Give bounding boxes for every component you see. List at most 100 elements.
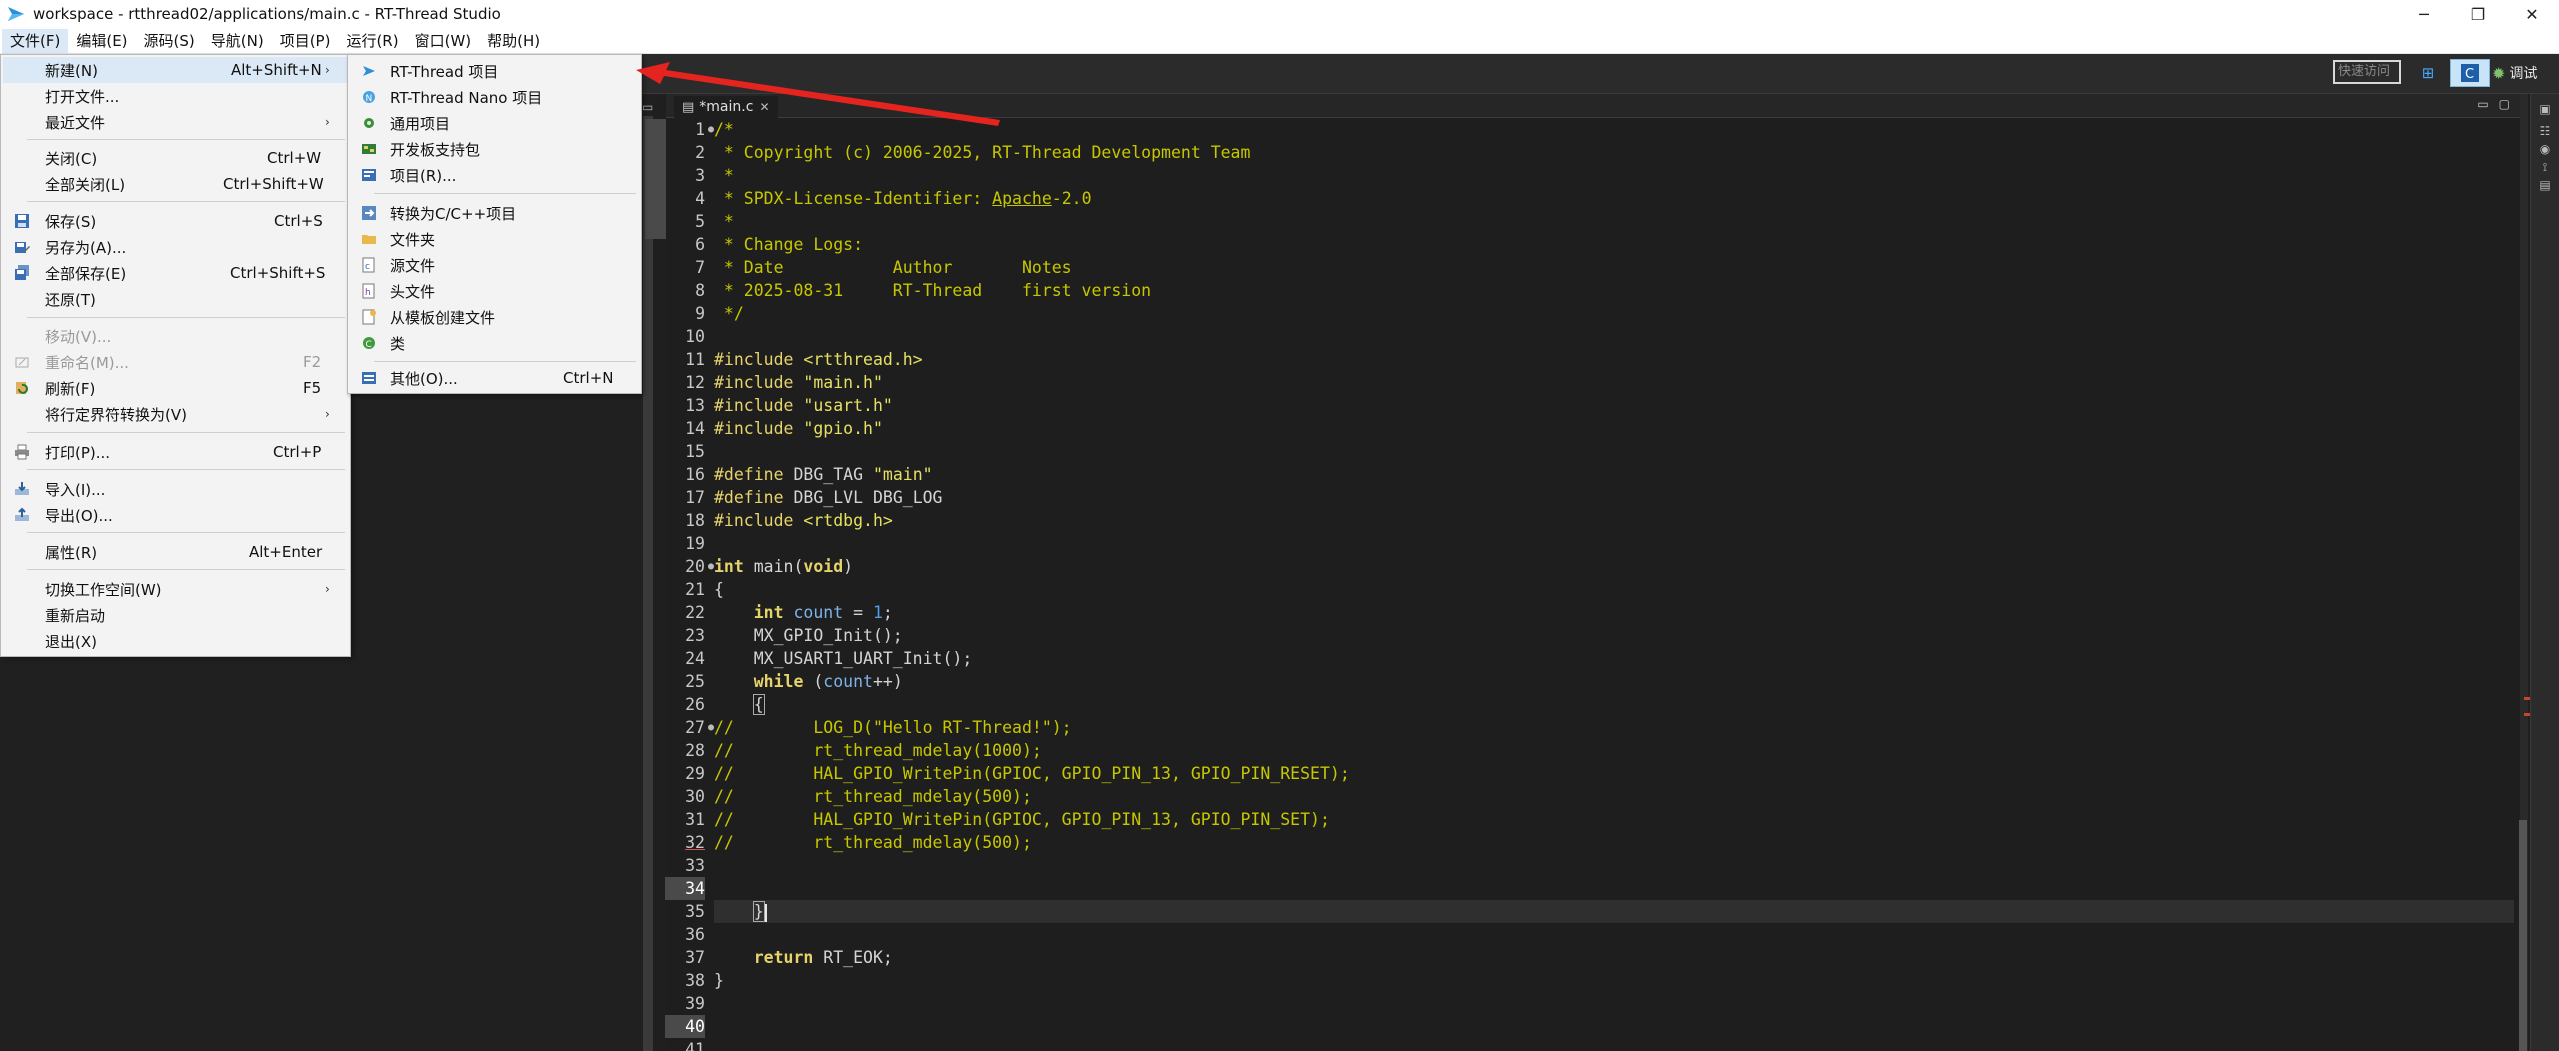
perspective-cpp-button[interactable]: C <box>2450 59 2490 87</box>
menu-help[interactable]: 帮助(H) <box>479 29 548 53</box>
menu-item-restart[interactable]: 重新启动 <box>3 602 348 628</box>
submenu-item-bsp[interactable]: 开发板支持包 <box>350 136 639 162</box>
menu-separator <box>27 139 345 140</box>
line-number: 16 <box>685 465 705 484</box>
menu-source[interactable]: 源码(S) <box>136 29 203 53</box>
submenu-item-header-file[interactable]: h 头文件 <box>350 278 639 304</box>
submenu-item-convert-cpp[interactable]: 转换为C/C++项目 <box>350 200 639 226</box>
save-all-icon <box>13 264 31 282</box>
menu-item-move: 移动(V)... <box>45 327 112 346</box>
submenu-arrow-icon: › <box>325 115 330 129</box>
header-file-icon: h <box>360 282 378 300</box>
general-project-icon <box>360 114 378 132</box>
code-line: * Date Author Notes <box>714 258 1072 277</box>
outline-icon[interactable]: ☷ <box>2538 124 2552 138</box>
menu-file[interactable]: 文件(F) <box>2 28 69 53</box>
class-icon: C <box>360 334 378 352</box>
code-line: * <box>714 166 734 185</box>
current-code-line: } <box>714 900 2514 923</box>
code-line: // rt_thread_mdelay(500); <box>714 787 1032 806</box>
line-number: 20 ● <box>685 557 714 576</box>
line-number: 19 <box>685 534 705 553</box>
code-line: // rt_thread_mdelay(500); <box>714 833 1032 852</box>
task-list-icon[interactable]: ▤ <box>2538 178 2552 192</box>
submenu-item-source-file[interactable]: c 源文件 <box>350 252 639 278</box>
line-number: 12 <box>685 373 705 392</box>
submenu-item-general-project[interactable]: 通用项目 <box>350 110 639 136</box>
annotation-arrow-icon <box>636 62 1000 126</box>
menu-item-export[interactable]: 导出(O)... <box>3 502 348 528</box>
code-line: * <box>714 212 734 231</box>
menu-item-new[interactable]: 新建(N) Alt+Shift+N › <box>3 57 348 83</box>
line-number: 17 <box>685 488 705 507</box>
menu-item-import[interactable]: 导入(I)... <box>3 476 348 502</box>
submenu-item-rtthread-nano-project[interactable]: N RT-Thread Nano 项目 <box>350 84 639 110</box>
menu-item-revert[interactable]: 还原(T) <box>3 286 348 312</box>
menu-run[interactable]: 运行(R) <box>338 29 406 53</box>
window-controls: ─ ❐ ✕ <box>2397 0 2559 28</box>
make-target-icon[interactable]: ◉ <box>2538 142 2552 156</box>
editor-scroll-thumb[interactable] <box>2519 820 2527 1051</box>
code-line: // LOG_D("Hello RT-Thread!"); <box>714 718 1072 737</box>
menu-project[interactable]: 项目(P) <box>272 29 339 53</box>
code-line: return RT_EOK; <box>714 948 893 967</box>
print-icon <box>13 443 31 461</box>
menu-item-convert-line-delimiters[interactable]: 将行定界符转换为(V) › <box>3 401 348 427</box>
menu-item-properties[interactable]: 属性(R) Alt+Enter <box>3 539 348 565</box>
rename-icon <box>13 353 31 371</box>
menu-item-save-as[interactable]: 另存为(A)... <box>3 234 348 260</box>
svg-text:N: N <box>366 94 373 104</box>
line-number: 38 <box>685 971 705 990</box>
code-line: #include <rtthread.h> <box>714 350 923 369</box>
line-number: 29 <box>685 764 705 783</box>
line-number: 22 <box>685 603 705 622</box>
submenu-item-project[interactable]: 项目(R)... <box>350 162 639 188</box>
menu-item-close-all[interactable]: 全部关闭(L) Ctrl+Shift+W <box>3 171 348 197</box>
submenu-item-rtthread-project[interactable]: RT-Thread 项目 <box>350 58 639 84</box>
menu-separator <box>27 532 345 533</box>
line-number: 21 <box>685 580 705 599</box>
panel-separator <box>643 116 653 1051</box>
line-number: 5 <box>695 212 705 231</box>
open-perspective-icon[interactable]: ⊞ <box>2418 64 2438 84</box>
code-text-area[interactable]: /* * Copyright (c) 2006-2025, RT-Thread … <box>714 118 2514 1051</box>
menu-item-switch-workspace[interactable]: 切换工作空间(W) › <box>3 576 348 602</box>
line-number-gutter: 1 ● 2 3 4 5 6 7 8 9 10 11 12 13 14 15 16 … <box>665 118 714 1051</box>
submenu-item-folder[interactable]: 文件夹 <box>350 226 639 252</box>
refresh-icon <box>13 379 31 397</box>
menu-separator <box>27 469 345 470</box>
cpp-perspective-icon: C <box>2461 64 2479 82</box>
menu-separator <box>27 569 345 570</box>
close-button[interactable]: ✕ <box>2505 0 2559 28</box>
perspective-debug-button[interactable]: ✹ 调试 <box>2492 59 2537 87</box>
line-number: 2 <box>695 143 705 162</box>
line-number: 10 <box>685 327 705 346</box>
menu-item-save-all[interactable]: 全部保存(E) Ctrl+Shift+S <box>3 260 348 286</box>
perspective-debug-label: 调试 <box>2509 66 2538 82</box>
editor-minmax-icon[interactable]: ▭▢ <box>2477 97 2520 111</box>
minimize-button[interactable]: ─ <box>2397 0 2451 28</box>
submenu-item-file-from-template[interactable]: 从模板创建文件 <box>350 304 639 330</box>
menu-item-save[interactable]: 保存(S) Ctrl+S <box>3 208 348 234</box>
menu-item-refresh[interactable]: 刷新(F) F5 <box>3 375 348 401</box>
template-file-icon <box>360 308 378 326</box>
app-logo-icon <box>8 7 24 21</box>
menu-item-exit[interactable]: 退出(X) <box>3 628 348 654</box>
quick-access-input[interactable]: 快速访问 <box>2333 60 2401 84</box>
import-icon <box>13 480 31 498</box>
submenu-item-other[interactable]: 其他(O)... Ctrl+N <box>350 365 639 391</box>
window-title: workspace - rtthread02/applications/main… <box>33 5 501 23</box>
maximize-button[interactable]: ❐ <box>2451 0 2505 28</box>
menu-edit[interactable]: 编辑(E) <box>68 29 135 53</box>
include-browser-icon[interactable]: ⟟ <box>2538 160 2552 174</box>
menu-item-print[interactable]: 打印(P)... Ctrl+P <box>3 439 348 465</box>
submenu-item-class[interactable]: C 类 <box>350 330 639 356</box>
line-number: 9 <box>695 304 705 323</box>
menu-navigate[interactable]: 导航(N) <box>203 29 272 53</box>
restore-icon[interactable]: ▣ <box>2538 102 2552 116</box>
menu-item-open-file[interactable]: 打开文件... <box>3 83 348 109</box>
code-line: MX_GPIO_Init(); <box>714 626 903 645</box>
menu-item-close[interactable]: 关闭(C) Ctrl+W <box>3 145 348 171</box>
menu-item-recent-files[interactable]: 最近文件 › <box>3 109 348 135</box>
menu-window[interactable]: 窗口(W) <box>407 29 480 53</box>
